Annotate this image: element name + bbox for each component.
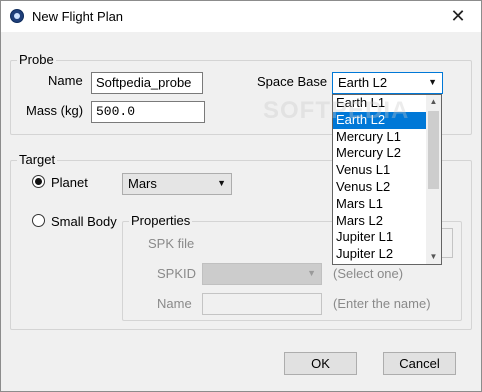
scroll-down-icon[interactable]: ▼: [426, 250, 441, 264]
app-globe-icon: [10, 9, 24, 23]
spkid-dropdown[interactable]: ▼: [202, 263, 322, 285]
cancel-button[interactable]: Cancel: [383, 352, 456, 375]
space-base-option[interactable]: Jupiter L2: [333, 246, 427, 263]
spk-file-input[interactable]: [441, 228, 453, 258]
chevron-down-icon: ▼: [307, 268, 316, 278]
space-base-option[interactable]: Jupiter L1: [333, 229, 427, 246]
probe-name-input[interactable]: Softpedia_probe: [91, 72, 203, 94]
chevron-down-icon: ▼: [428, 77, 437, 87]
space-base-option[interactable]: Venus L1: [333, 162, 427, 179]
new-flight-plan-dialog: New Flight Plan ✕ Probe Name Softpedia_p…: [0, 0, 482, 392]
title-bar: New Flight Plan ✕: [1, 1, 481, 32]
probe-name-label: Name: [48, 73, 83, 88]
planet-radio[interactable]: [32, 175, 45, 188]
space-base-option[interactable]: Earth L2: [333, 111, 427, 129]
small-body-name-label: Name: [157, 296, 192, 311]
space-base-options-list: Earth L1 Earth L2 Mercury L1 Mercury L2 Venu…: [332, 94, 442, 265]
space-base-option[interactable]: Mars L1: [333, 196, 427, 213]
space-base-option[interactable]: Mercury L2: [333, 145, 427, 162]
scrollbar-thumb[interactable]: [428, 111, 439, 189]
chevron-down-icon: ▼: [217, 178, 226, 188]
spk-file-label: SPK file: [148, 236, 195, 251]
space-base-dropdown[interactable]: Earth L2 ▼: [332, 72, 443, 94]
window-title: New Flight Plan: [32, 9, 124, 24]
space-base-value: Earth L2: [338, 75, 388, 90]
space-base-option[interactable]: Venus L2: [333, 179, 427, 196]
small-body-name-input[interactable]: [202, 293, 322, 315]
small-body-radio[interactable]: [32, 214, 45, 227]
mass-input[interactable]: 500.0: [91, 101, 205, 123]
planet-dropdown[interactable]: Mars ▼: [122, 173, 232, 195]
ok-button[interactable]: OK: [284, 352, 357, 375]
space-base-option[interactable]: Earth L1: [333, 95, 427, 112]
planet-label: Planet: [51, 175, 88, 190]
mass-label: Mass (kg): [26, 103, 84, 118]
space-base-label: Space Base: [257, 74, 328, 89]
small-body-name-hint: (Enter the name): [333, 296, 431, 311]
spkid-hint: (Select one): [333, 266, 404, 281]
probe-legend: Probe: [17, 52, 56, 67]
space-base-option[interactable]: Mercury L1: [333, 129, 427, 146]
small-body-label: Small Body: [51, 214, 117, 229]
target-legend: Target: [17, 152, 58, 167]
properties-legend: Properties: [129, 213, 193, 228]
planet-value: Mars: [128, 176, 157, 191]
space-base-option[interactable]: Mars L2: [333, 213, 427, 230]
options-scrollbar[interactable]: ▲ ▼: [426, 95, 441, 264]
spkid-label: SPKID: [157, 266, 197, 281]
close-icon[interactable]: ✕: [435, 1, 481, 32]
scroll-up-icon[interactable]: ▲: [426, 95, 441, 109]
